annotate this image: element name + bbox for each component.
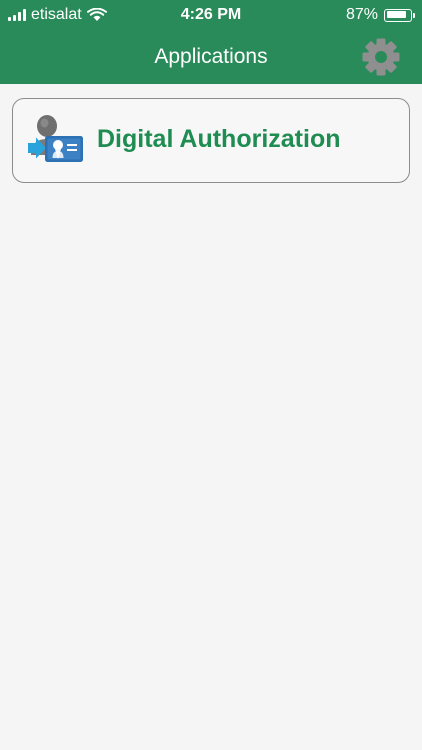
status-right: 87% <box>345 6 415 24</box>
app-header: etisalat 4:26 PM 87% Applications <box>0 0 422 84</box>
app-card-label: Digital Authorization <box>97 125 341 153</box>
battery-icon <box>384 8 415 22</box>
app-card-digital-authorization[interactable]: Digital Authorization <box>12 98 410 183</box>
battery-level-fill <box>386 11 406 18</box>
navigation-bar: Applications <box>0 30 422 84</box>
page-title: Applications <box>154 45 268 68</box>
settings-button[interactable] <box>360 36 402 78</box>
battery-percentage: 87% <box>345 6 378 23</box>
status-bar: etisalat 4:26 PM 87% <box>0 0 422 30</box>
gear-icon <box>362 38 400 76</box>
digital-authorization-icon <box>27 113 85 169</box>
applications-list: Digital Authorization <box>0 84 422 750</box>
